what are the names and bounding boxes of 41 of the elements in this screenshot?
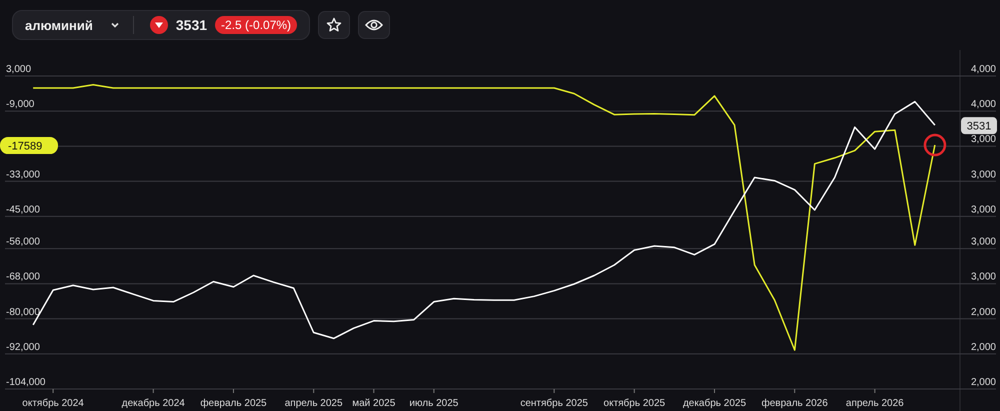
highlight-circle	[924, 134, 946, 156]
axis-label: 3,000	[970, 169, 996, 180]
axis-label: декабрь 2025	[682, 398, 746, 409]
axis-label: -104,000	[6, 377, 46, 388]
axis-label: 3,000	[970, 236, 996, 248]
eye-icon	[365, 18, 384, 32]
axis-label: 3,000	[970, 204, 996, 216]
axis-label: февраль 2025	[200, 398, 267, 409]
axis-label: 2,000	[970, 377, 996, 388]
axis-label: -68,000	[6, 272, 40, 283]
axis-label: -45,000	[6, 204, 40, 216]
axis-label: 4,000	[970, 64, 996, 75]
axis-label: 3,000	[6, 64, 32, 75]
axis-label: -33,000	[6, 169, 40, 180]
axis-label: сентябрь 2025	[520, 398, 588, 409]
axis-label: -9,000	[6, 99, 34, 110]
axis-label: -92,000	[6, 342, 40, 353]
change-badge: -2.5 (-0.07%)	[215, 16, 298, 34]
star-icon	[326, 17, 342, 33]
axis-label: июль 2025	[409, 398, 458, 409]
axis-label: октябрь 2024	[22, 398, 84, 409]
axis-label: 3,000	[970, 272, 996, 283]
axis-label: октябрь 2025	[604, 398, 666, 409]
axis-label: февраль 2026	[762, 398, 828, 409]
axis-label: 2,000	[970, 342, 996, 353]
axis-label: декабрь 2024	[122, 398, 185, 409]
axis-label: -56,000	[6, 236, 40, 248]
instrument-selector[interactable]: алюминий	[25, 18, 125, 32]
axis-label: 2,000	[970, 306, 996, 318]
price: 3531	[176, 17, 208, 33]
chevron-icon	[110, 22, 119, 28]
axis-label: 3,000	[970, 134, 996, 146]
axis-label: май 2025	[352, 398, 396, 409]
price-badge: 3531	[961, 117, 997, 134]
value-badge: -17589	[0, 137, 58, 154]
axis-label: -80,000	[6, 306, 40, 318]
axis-label: апрель 2026	[846, 398, 904, 409]
favorite-button[interactable]	[318, 11, 350, 39]
watch-button[interactable]	[358, 11, 390, 39]
axis-label: 4,000	[970, 99, 996, 110]
axis-label: апрель 2025	[284, 398, 343, 409]
